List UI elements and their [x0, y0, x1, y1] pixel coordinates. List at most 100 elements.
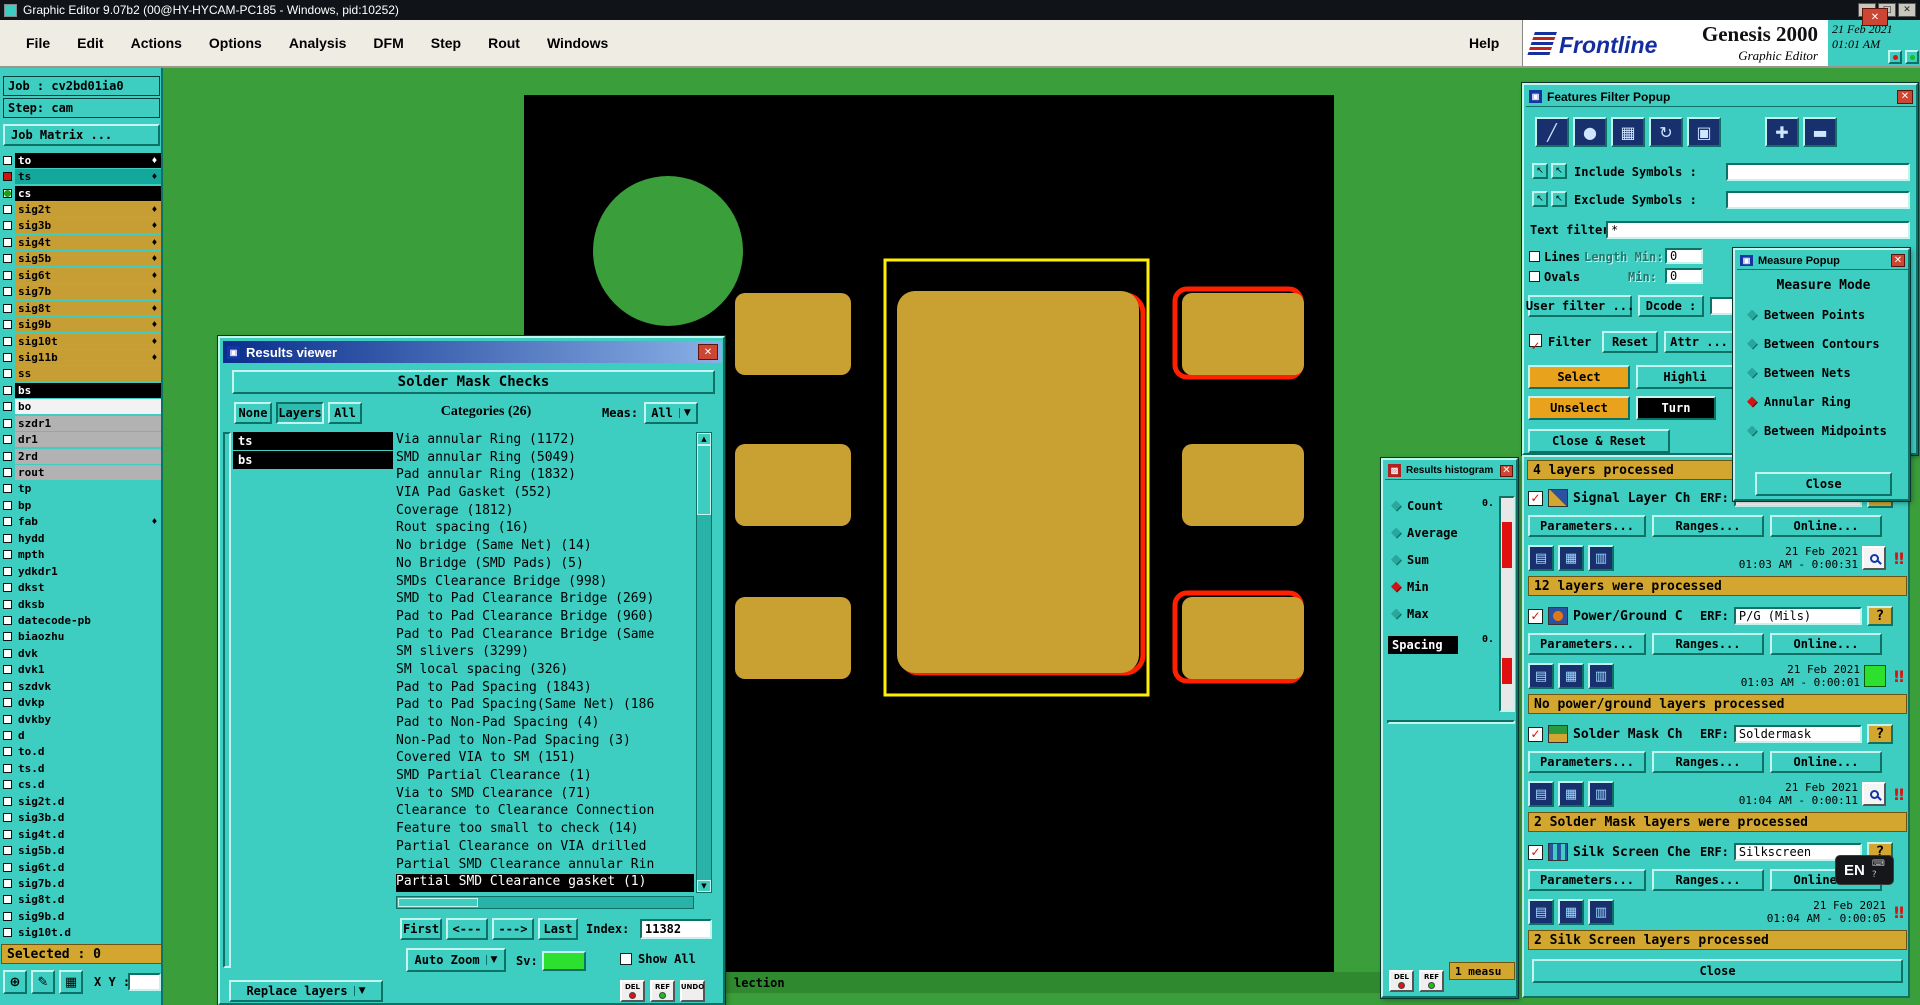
layer-row[interactable]: sig7b ♦ [1, 284, 162, 300]
layer-name-band[interactable]: dvkp [15, 695, 161, 710]
results-table-icon[interactable]: ▤ [1528, 781, 1554, 807]
help-button[interactable]: ? [1866, 724, 1893, 744]
layer-row[interactable]: szdr1 [1, 415, 162, 431]
layer-row[interactable]: ts.d [1, 760, 162, 776]
features-filter-close-button[interactable]: ✕ [1897, 89, 1913, 104]
zoom-results-button[interactable] [1862, 782, 1886, 806]
layer-visibility-checkbox[interactable] [3, 385, 12, 395]
show-all-checkbox[interactable] [620, 953, 632, 965]
exclude-symbols-input[interactable] [1726, 191, 1910, 209]
category-item[interactable]: SMD to Pad Clearance Bridge (269) [396, 591, 694, 609]
layer-row[interactable]: dksb [1, 596, 162, 612]
symbol-pick-icon[interactable]: ↖ [1532, 163, 1548, 179]
layer-name-band[interactable]: fab ♦ [15, 514, 161, 529]
layer-row[interactable]: sig6t.d [1, 859, 162, 875]
layer-row[interactable]: 2rd [1, 448, 162, 464]
layer-name-band[interactable]: ydkdr1 [15, 564, 161, 579]
layer-visibility-checkbox[interactable] [3, 911, 12, 921]
layer-row[interactable]: biaozhu [1, 629, 162, 645]
layer-name-band[interactable]: to ♦ [15, 152, 161, 168]
layer-row[interactable]: sig5b ♦ [1, 251, 162, 267]
layer-name-band[interactable]: sig8t ♦ [15, 300, 161, 316]
category-item[interactable]: SM local spacing (326) [396, 662, 694, 680]
layer-name-band[interactable]: sig8t.d [15, 892, 161, 907]
symbol-pick-icon[interactable]: ↖ [1551, 191, 1567, 207]
menu-item[interactable]: Actions [131, 35, 182, 51]
check-enabled-checkbox[interactable]: ✓ [1528, 608, 1543, 624]
mini-action-button[interactable]: DEL [620, 980, 645, 1002]
features-filter-titlebar[interactable]: ▣ Features Filter Popup ✕ [1526, 87, 1916, 107]
pencil-tool-icon[interactable]: ✎ [31, 970, 55, 994]
layer-visibility-checkbox[interactable] [3, 665, 12, 675]
layer-row[interactable]: mpth [1, 547, 162, 563]
results-viewer-close-button[interactable]: ✕ [698, 344, 718, 360]
ranges-button[interactable]: Ranges... [1652, 751, 1764, 773]
category-item[interactable]: No Bridge (SMD Pads) (5) [396, 556, 694, 574]
layer-row[interactable]: bp [1, 497, 162, 513]
user-filter-button[interactable]: User filter ... [1526, 295, 1634, 317]
histogram-close-button[interactable]: ✕ [1500, 464, 1513, 477]
filter-none-button[interactable]: None [234, 402, 272, 424]
layer-name-band[interactable]: ss [15, 366, 161, 382]
histogram-stat-option[interactable]: ◆ Min [1391, 573, 1458, 600]
filter-layers-button[interactable]: Layers [276, 402, 324, 424]
category-item[interactable]: Pad to Pad Spacing (1843) [396, 680, 694, 698]
layer-visibility-checkbox[interactable] [3, 681, 12, 691]
histogram-titlebar[interactable]: ▨ Results histogram ✕ [1385, 462, 1516, 480]
layer-name-band[interactable]: to.d [15, 744, 161, 759]
meas-dropdown[interactable]: All ▼ [644, 402, 698, 424]
layer-row[interactable]: sig9b ♦ [1, 316, 162, 333]
online-button[interactable]: Online... [1770, 515, 1882, 537]
layer-name-band[interactable]: dvk1 [15, 662, 161, 677]
ovals-min-input[interactable]: 0 [1665, 268, 1703, 284]
layer-row[interactable]: sig2t.d [1, 793, 162, 809]
layer-visibility-checkbox[interactable] [3, 714, 12, 724]
layer-row[interactable]: d [1, 727, 162, 743]
category-item[interactable]: SMDs Clearance Bridge (998) [396, 574, 694, 592]
layer-row[interactable]: szdvk [1, 678, 162, 694]
layer-row[interactable]: ss [1, 366, 162, 382]
dcode-button[interactable]: Dcode : [1638, 295, 1704, 317]
layer-row[interactable]: ydkdr1 [1, 563, 162, 579]
mini-action-button[interactable]: REF [650, 980, 675, 1002]
layer-visibility-checkbox[interactable] [3, 451, 12, 461]
layer-name-band[interactable]: 2rd [15, 448, 161, 464]
select-button[interactable]: Select [1528, 365, 1630, 389]
index-input[interactable]: 11382 [640, 919, 712, 939]
parameters-button[interactable]: Parameters... [1528, 633, 1646, 655]
layer-row[interactable]: dr1 [1, 431, 162, 448]
layer-row[interactable]: hydd [1, 530, 162, 546]
layer-name-band[interactable]: biaozhu [15, 629, 161, 644]
results-graph-icon[interactable]: ▥ [1588, 663, 1614, 689]
symbol-pick-icon[interactable]: ↖ [1551, 163, 1567, 179]
layer-row[interactable]: sig5b.d [1, 842, 162, 858]
layer-visibility-checkbox[interactable] [3, 648, 12, 658]
layer-row[interactable]: sig11b ♦ [1, 349, 162, 365]
category-item[interactable]: VIA Pad Gasket (552) [396, 485, 694, 503]
rotate-icon[interactable]: ↻ [1649, 117, 1683, 147]
close-reset-button[interactable]: Close & Reset [1528, 429, 1670, 453]
layer-row[interactable]: sig3b.d [1, 810, 162, 826]
turn-button[interactable]: Turn [1636, 396, 1716, 420]
nav-last-button[interactable]: Last [538, 918, 578, 940]
results-map-icon[interactable]: ▦ [1558, 781, 1584, 807]
layer-visibility-checkbox[interactable] [3, 287, 12, 297]
layer-name-band[interactable]: sig5b ♦ [15, 251, 161, 267]
layer-visibility-checkbox[interactable] [3, 517, 12, 527]
replace-layers-dropdown[interactable]: Replace layers ▼ [229, 980, 383, 1002]
menu-item[interactable]: Edit [77, 35, 103, 51]
histogram-stat-option[interactable]: ◆ Sum [1391, 546, 1458, 573]
layer-visibility-checkbox[interactable] [3, 352, 12, 362]
measure-mode-option[interactable]: ◆ Between Midpoints [1747, 416, 1887, 445]
layer-visibility-checkbox[interactable] [3, 320, 12, 330]
ranges-button[interactable]: Ranges... [1652, 869, 1764, 891]
layer-name-band[interactable]: sig9b.d [15, 909, 161, 924]
layer-row[interactable]: sig4t ♦ [1, 234, 162, 250]
layer-row[interactable]: dvkby [1, 711, 162, 727]
layer-name-band[interactable]: sig9b ♦ [15, 317, 161, 333]
category-item[interactable]: SM slivers (3299) [396, 644, 694, 662]
layer-name-band[interactable]: sig5b.d [15, 843, 161, 858]
check-enabled-checkbox[interactable]: ✓ [1528, 844, 1543, 860]
reset-button[interactable]: Reset [1602, 331, 1658, 353]
language-indicator[interactable]: EN ⌨? [1836, 856, 1893, 884]
